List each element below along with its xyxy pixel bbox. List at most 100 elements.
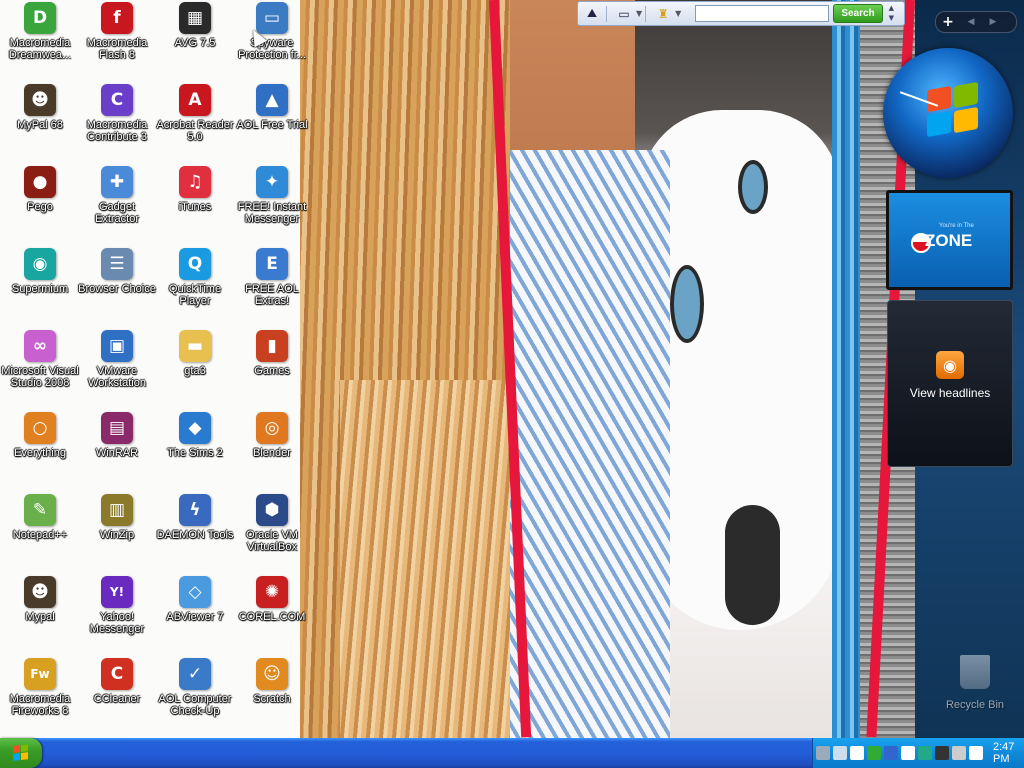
search-toolbar: ⛰ ▭ ▼ ♜ ▼ Search ▲ ▼ <box>577 1 905 26</box>
desktop-icon-label: MyPal 68 <box>17 119 63 131</box>
desktop-icon[interactable]: ☰ Browser Choice <box>77 248 157 295</box>
volume-icon[interactable] <box>833 746 847 760</box>
folder-icon: ▬ <box>179 330 211 362</box>
desktop-icon[interactable]: Q QuickTime Player <box>155 248 235 307</box>
desktop-icon-label: Acrobat Reader 5.0 <box>156 119 234 143</box>
next-page-icon[interactable]: ▶ <box>982 17 1004 27</box>
desktop-icon[interactable]: ✺ COREL.COM <box>232 576 312 623</box>
desktop-icon[interactable]: Fw Macromedia Fireworks 8 <box>0 658 80 717</box>
desktop-icon-label: Pego <box>27 201 53 213</box>
desktop-icon-label: Mypal <box>25 611 55 623</box>
dreamweaver-icon: D <box>24 2 56 34</box>
desktop-icon-label: COREL.COM <box>238 611 306 623</box>
recycle-bin[interactable]: Recycle Bin <box>935 655 1015 712</box>
chevron-down-icon[interactable]: ▼ <box>675 9 681 18</box>
abviewer-icon: ◇ <box>179 576 211 608</box>
desktop-icon-label: Blender <box>253 447 291 459</box>
zone-small-text: You're in The <box>939 223 974 229</box>
desktop-icon[interactable]: ● Pego <box>0 166 80 213</box>
desktop-icon[interactable]: ○ Everything <box>0 412 80 459</box>
acrobat-icon: A <box>179 84 211 116</box>
desktop-icon[interactable]: ☻ MyPal 68 <box>0 84 80 131</box>
desktop-icon[interactable]: C CCleaner <box>77 658 157 705</box>
desktop-icon[interactable]: E FREE AOL Extras! <box>232 248 312 307</box>
desktop-icon[interactable]: ◎ Blender <box>232 412 312 459</box>
desktop-icon[interactable]: ▤ WinRAR <box>77 412 157 459</box>
flash-icon: f <box>101 2 133 34</box>
recycle-bin-label: Recycle Bin <box>945 699 1005 711</box>
add-gadget-button[interactable]: + <box>936 14 960 30</box>
headlines-gadget[interactable]: ◉ View headlines <box>887 300 1013 467</box>
vmware-icon: ▣ <box>101 330 133 362</box>
ccleaner-icon: C <box>101 658 133 690</box>
clock-tray-icon[interactable] <box>969 746 983 760</box>
desktop-icon[interactable]: ✎ Notepad++ <box>0 494 80 541</box>
messenger-tray-icon[interactable] <box>952 746 966 760</box>
virtualbox-icon: ⬢ <box>256 494 288 526</box>
desktop-icon-label: DAEMON Tools <box>156 529 234 541</box>
desktop-icon[interactable]: ✦ FREE! Instant Messenger <box>232 166 312 225</box>
toolbar-logo-icon[interactable]: ⛰ <box>581 4 603 23</box>
blender-icon: ◎ <box>256 412 288 444</box>
clock[interactable]: 2:47 PM <box>993 741 1024 765</box>
desktop-icon[interactable]: ✚ Gadget Extractor <box>77 166 157 225</box>
chat-icon[interactable] <box>918 746 932 760</box>
desktop-icon-label: WinRAR <box>95 447 139 459</box>
desktop-icon[interactable]: ∞ Microsoft Visual Studio 2008 <box>0 330 80 389</box>
desktop-icon-label: VMware Workstation <box>88 365 146 389</box>
desktop-icon-label: QuickTime Player <box>168 283 222 307</box>
desktop-icon[interactable]: ▦ AVG 7.5 <box>155 2 235 49</box>
toolbar-scroll[interactable]: ▲ ▼ <box>889 3 898 24</box>
desktop-icon-label: Gadget Extractor <box>94 201 139 225</box>
desktop-icon[interactable]: C Macromedia Contribute 3 <box>77 84 157 143</box>
aim-running-man-icon[interactable]: ♜ <box>652 4 674 23</box>
desktop-icon[interactable]: ▣ VMware Workstation <box>77 330 157 389</box>
desktop-icon[interactable]: ▬ gta3 <box>155 330 235 377</box>
previous-page-icon[interactable]: ◀ <box>960 17 982 27</box>
desktop-icon[interactable]: ☺ Scratch <box>232 658 312 705</box>
view-headlines-label[interactable]: View headlines <box>888 386 1012 400</box>
desktop-icon[interactable]: ✓ AOL Computer Check-Up <box>155 658 235 717</box>
windows-logo-gadget[interactable] <box>883 48 1013 178</box>
desktop-icon[interactable]: D Macromedia Dreamwea... <box>0 2 80 61</box>
dashboard-icon[interactable] <box>901 746 915 760</box>
desktop-icon[interactable]: ◉ Supermium <box>0 248 80 295</box>
desktop-icon[interactable]: ◇ ABViewer 7 <box>155 576 235 623</box>
desktop-icon-label: AOL Free Trial <box>236 119 308 131</box>
desktop-icon[interactable]: ⬢ Oracle VM VirtualBox <box>232 494 312 553</box>
desktop-icon[interactable]: ◆ The Sims 2 <box>155 412 235 459</box>
desktop-icon[interactable]: A Acrobat Reader 5.0 <box>155 84 235 143</box>
desktop-icon[interactable]: ▮ Games <box>232 330 312 377</box>
search-button[interactable]: Search <box>833 4 883 23</box>
desktop-icon[interactable]: ▥ WinZip <box>77 494 157 541</box>
start-button[interactable] <box>0 738 42 768</box>
desktop-icon-label: Supermium <box>11 283 69 295</box>
green-shield-icon[interactable] <box>867 746 881 760</box>
yahoo-messenger-icon: Y! <box>101 576 133 608</box>
toolbar-separator <box>606 5 607 22</box>
blue-shield-icon[interactable] <box>884 746 898 760</box>
desktop-icon[interactable]: ϟ DAEMON Tools <box>155 494 235 541</box>
winrar-icon: ▤ <box>101 412 133 444</box>
desktop-icon-label: gta3 <box>184 365 206 377</box>
desktop-icon[interactable]: f Macromedia Flash 8 <box>77 2 157 61</box>
network-icon[interactable] <box>816 746 830 760</box>
desktop-icon[interactable]: ▭ Spyware Protection fr... <box>232 2 312 61</box>
winzip-icon: ▥ <box>101 494 133 526</box>
avg-icon: ▦ <box>179 2 211 34</box>
desktop-icon[interactable]: ☻ Mypal <box>0 576 80 623</box>
desktop-icon[interactable]: ♫ iTunes <box>155 166 235 213</box>
scratch-icon: ☺ <box>256 658 288 690</box>
desktop-icon[interactable]: ▲ AOL Free Trial <box>232 84 312 131</box>
desktop-icon-label: Yahoo! Messenger <box>89 611 145 635</box>
zone-gadget[interactable]: You're in The ZONE <box>886 190 1013 290</box>
desktop-icon[interactable]: Y! Yahoo! Messenger <box>77 576 157 635</box>
display-icon[interactable] <box>935 746 949 760</box>
security-icon[interactable] <box>850 746 864 760</box>
search-input[interactable] <box>695 5 830 22</box>
desktop-icon-label: The Sims 2 <box>167 447 223 459</box>
messenger-icon[interactable]: ▭ <box>613 4 635 23</box>
contribute-icon: C <box>101 84 133 116</box>
chevron-down-icon[interactable]: ▼ <box>636 9 642 18</box>
sidebar-controls: + ◀ ▶ <box>935 11 1017 33</box>
